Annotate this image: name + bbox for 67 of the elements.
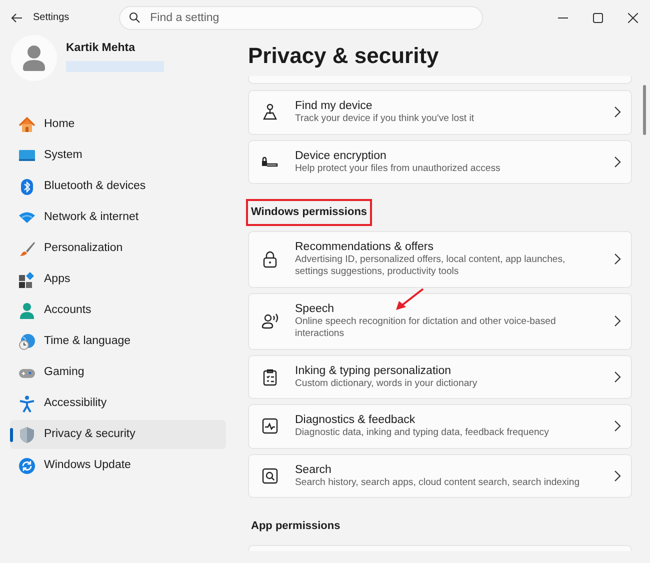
chevron-icon — [613, 106, 621, 118]
sync-icon — [18, 456, 36, 474]
sidebar-item[interactable]: Accounts — [10, 296, 226, 325]
home-icon — [18, 116, 36, 134]
page-title: Privacy & security — [248, 42, 440, 70]
settings-card[interactable]: Recommendations & offers Advertising ID, personalized offers, local content, app launches, settings suggestions, productivity tools — [248, 230, 632, 288]
settings-card[interactable]: Diagnostics & feedback Diagnostic data, inking and typing data, feedback frequency — [248, 404, 632, 448]
card-title: Diagnostics & feedback — [295, 413, 416, 427]
accessibility-icon — [18, 394, 36, 412]
sidebar-item[interactable]: Windows Update — [10, 451, 226, 480]
card-title: Find my device — [295, 99, 374, 113]
card-title: Speech — [295, 302, 336, 316]
card-title: Search — [295, 462, 332, 476]
window-title: Settings — [33, 11, 70, 25]
location-pin-icon — [261, 103, 279, 122]
search-field[interactable]: Find a setting — [119, 6, 484, 30]
scrollbar[interactable] — [643, 85, 646, 135]
apps-icon — [18, 270, 36, 288]
card-description: Advertising ID, personalized offers, local content, app launches, settings suggestions, productivity tools — [295, 254, 566, 278]
minimize-icon — [558, 16, 568, 18]
shield-icon — [18, 426, 36, 444]
padlock-icon — [261, 250, 279, 268]
chevron-icon — [613, 253, 621, 265]
sidebar-item[interactable]: Time & language — [10, 327, 226, 356]
card-title: Inking & typing personalization — [295, 364, 452, 378]
sidebar-item[interactable]: Personalization — [10, 234, 226, 263]
card-title: Recommendations & offers — [295, 240, 434, 254]
search-box-icon — [261, 466, 279, 485]
card-description: Help protect your files from unauthorized access — [295, 162, 500, 175]
card-title: Device encryption — [295, 148, 388, 162]
section-heading: App permissions — [250, 519, 342, 534]
settings-card[interactable]: Find my device Track your device if you think you've lost it — [248, 90, 632, 134]
brush-icon — [18, 240, 36, 258]
person-icon — [18, 302, 36, 320]
avatar — [11, 35, 57, 81]
sidebar-item[interactable]: Gaming — [10, 358, 226, 387]
maximize-icon — [592, 12, 602, 22]
sidebar-item[interactable]: Home — [10, 110, 226, 139]
card-description: Search history, search apps, cloud content search, search indexing — [295, 476, 580, 489]
globe-clock-icon — [18, 332, 36, 350]
pulse-monitor-icon — [261, 417, 279, 436]
search-icon — [129, 12, 140, 22]
close-icon — [628, 12, 638, 22]
bluetooth-icon — [18, 178, 36, 196]
clipboard-icon — [261, 368, 279, 386]
sidebar-item[interactable]: System — [10, 141, 226, 170]
sidebar-item[interactable]: Accessibility — [10, 389, 226, 418]
chevron-icon — [613, 420, 621, 432]
chevron-icon — [613, 156, 621, 168]
sidebar-item[interactable]: Apps — [10, 265, 226, 294]
settings-card[interactable]: Search Search history, search apps, cloud content search, search indexing — [248, 454, 632, 498]
sidebar-item[interactable]: Privacy & security — [10, 420, 226, 449]
user-name: Kartik Mehta — [66, 41, 136, 56]
card-description: Diagnostic data, inking and typing data, feedback frequency — [295, 427, 549, 440]
sidebar-item[interactable]: Network & internet — [10, 203, 226, 232]
section-heading: Windows permissions — [246, 199, 372, 226]
settings-card[interactable]: Device encryption Help protect your files from unauthorized access — [248, 140, 632, 184]
card-description: Track your device if you think you've lost it — [295, 113, 474, 126]
card-description: Custom dictionary, words in your dictionary — [295, 378, 478, 390]
back-icon[interactable] — [11, 12, 23, 22]
chevron-icon — [613, 370, 621, 383]
sidebar-item[interactable]: Bluetooth & devices — [10, 172, 226, 201]
card-description: Online speech recognition for dictation and other voice-based interactions — [295, 316, 557, 340]
speaking-person-icon — [261, 312, 279, 330]
settings-card[interactable]: Inking & typing personalization Custom dictionary, words in your dictionary — [248, 354, 632, 399]
chevron-icon — [613, 470, 621, 482]
chevron-icon — [613, 315, 621, 327]
